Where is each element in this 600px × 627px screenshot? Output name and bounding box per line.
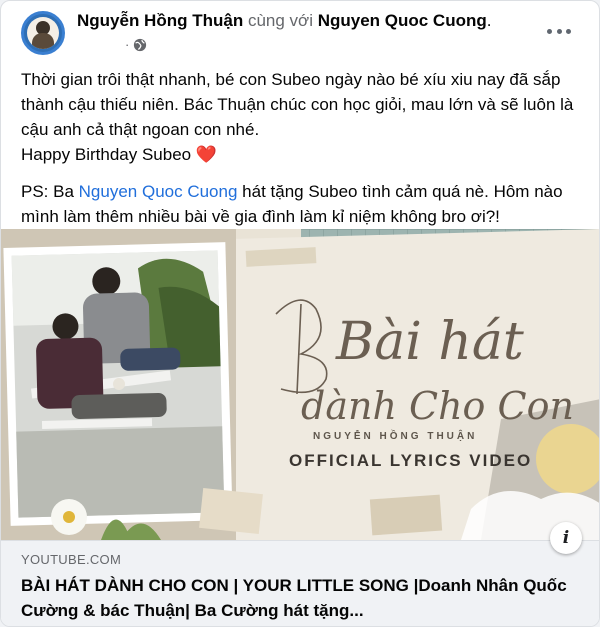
tagged-name[interactable]: Nguyen Quoc Cuong — [318, 11, 487, 30]
thumbnail-artwork: Bài hát dành Cho Con NGUYỄN HỒNG THUẬN O… — [1, 229, 599, 540]
ps-paragraph: PS: Ba Nguyen Quoc Cuong hát tặng Subeo … — [21, 179, 586, 229]
ps-prefix: PS: Ba — [21, 182, 74, 201]
avatar-photo — [27, 17, 59, 49]
link-domain: YOUTUBE.COM — [21, 552, 122, 567]
post-body: Thời gian trôi thật nhanh, bé con Subeo … — [21, 67, 586, 229]
with-text: cùng với — [247, 11, 313, 30]
post-meta: · — [125, 37, 147, 52]
lyrics-video-label: OFFICIAL LYRICS VIDEO — [289, 451, 532, 470]
title-script-line2: dành Cho Con — [301, 384, 574, 428]
post-header: Nguyễn Hồng Thuận cùng với Nguyen Quoc C… — [1, 1, 599, 63]
tagged-suffix: . — [486, 11, 492, 30]
heart-emoji: ❤️ — [195, 145, 218, 164]
info-icon[interactable]: i — [550, 522, 582, 554]
globe-icon[interactable] — [133, 38, 147, 52]
title-script-line1: Bài hát — [335, 312, 524, 372]
meta-dot: · — [125, 37, 130, 52]
author-line: Nguyễn Hồng Thuận cùng với Nguyen Quoc C… — [77, 11, 491, 31]
link-title[interactable]: BÀI HÁT DÀNH CHO CON | YOUR LITTLE SONG … — [21, 573, 581, 623]
link-preview[interactable]: YOUTUBE.COM BÀI HÁT DÀNH CHO CON | YOUR … — [1, 540, 599, 626]
facebook-post-card: Nguyễn Hồng Thuận cùng với Nguyen Quoc C… — [0, 0, 600, 627]
artist-byline: NGUYỄN HỒNG THUẬN — [313, 429, 477, 442]
video-thumbnail[interactable]: Bài hát dành Cho Con NGUYỄN HỒNG THUẬN O… — [1, 229, 599, 540]
author-avatar[interactable] — [21, 11, 65, 55]
birthday-line: Happy Birthday Subeo ❤️ — [21, 145, 218, 164]
author-name[interactable]: Nguyễn Hồng Thuận — [77, 11, 243, 30]
post-paragraph: Thời gian trôi thật nhanh, bé con Subeo … — [21, 70, 574, 139]
more-dots-icon[interactable] — [547, 21, 571, 41]
ps-mention-link[interactable]: Nguyen Quoc Cuong — [79, 182, 238, 201]
